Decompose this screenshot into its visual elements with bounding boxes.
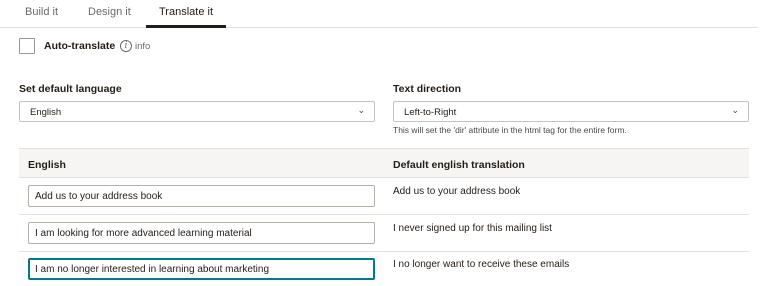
tab-build-it[interactable]: Build it xyxy=(25,6,58,28)
auto-translate-label[interactable]: Auto-translate xyxy=(44,40,115,52)
translation-input[interactable] xyxy=(28,258,375,280)
chevron-down-icon: ⌄ xyxy=(731,105,739,115)
active-tab-indicator xyxy=(146,25,226,28)
info-icon[interactable]: i xyxy=(120,40,132,52)
text-direction-value: Left-to-Right xyxy=(404,107,457,118)
text-direction-select[interactable]: Left-to-Right ⌄ xyxy=(393,101,749,122)
chevron-down-icon: ⌄ xyxy=(357,105,365,115)
tab-design-it[interactable]: Design it xyxy=(88,6,131,28)
text-direction-hint: This will set the 'dir' attribute in the… xyxy=(393,125,627,135)
column-header-english: English xyxy=(28,159,66,171)
auto-translate-checkbox[interactable] xyxy=(19,38,35,54)
form-translate-page: Build it Design it Translate it Auto-tra… xyxy=(0,0,768,286)
default-language-value: English xyxy=(30,107,62,118)
default-translation-text: I no longer want to receive these emails xyxy=(393,259,570,270)
table-row: Add us to your address book xyxy=(19,178,749,215)
translation-input[interactable] xyxy=(28,222,375,244)
translation-input[interactable] xyxy=(28,185,375,207)
default-translation-text: Add us to your address book xyxy=(393,186,521,197)
table-row: I no longer want to receive these emails xyxy=(19,251,749,286)
info-link[interactable]: info xyxy=(135,41,150,52)
default-language-select[interactable]: English ⌄ xyxy=(19,101,375,122)
translation-table-header: English Default english translation xyxy=(19,148,749,178)
table-row: I never signed up for this mailing list xyxy=(19,215,749,252)
default-language-label: Set default language xyxy=(19,83,122,95)
tab-bar: Build it Design it Translate it xyxy=(0,0,758,28)
default-translation-text: I never signed up for this mailing list xyxy=(393,223,552,234)
column-header-default-translation: Default english translation xyxy=(393,159,525,171)
text-direction-label: Text direction xyxy=(393,83,462,95)
